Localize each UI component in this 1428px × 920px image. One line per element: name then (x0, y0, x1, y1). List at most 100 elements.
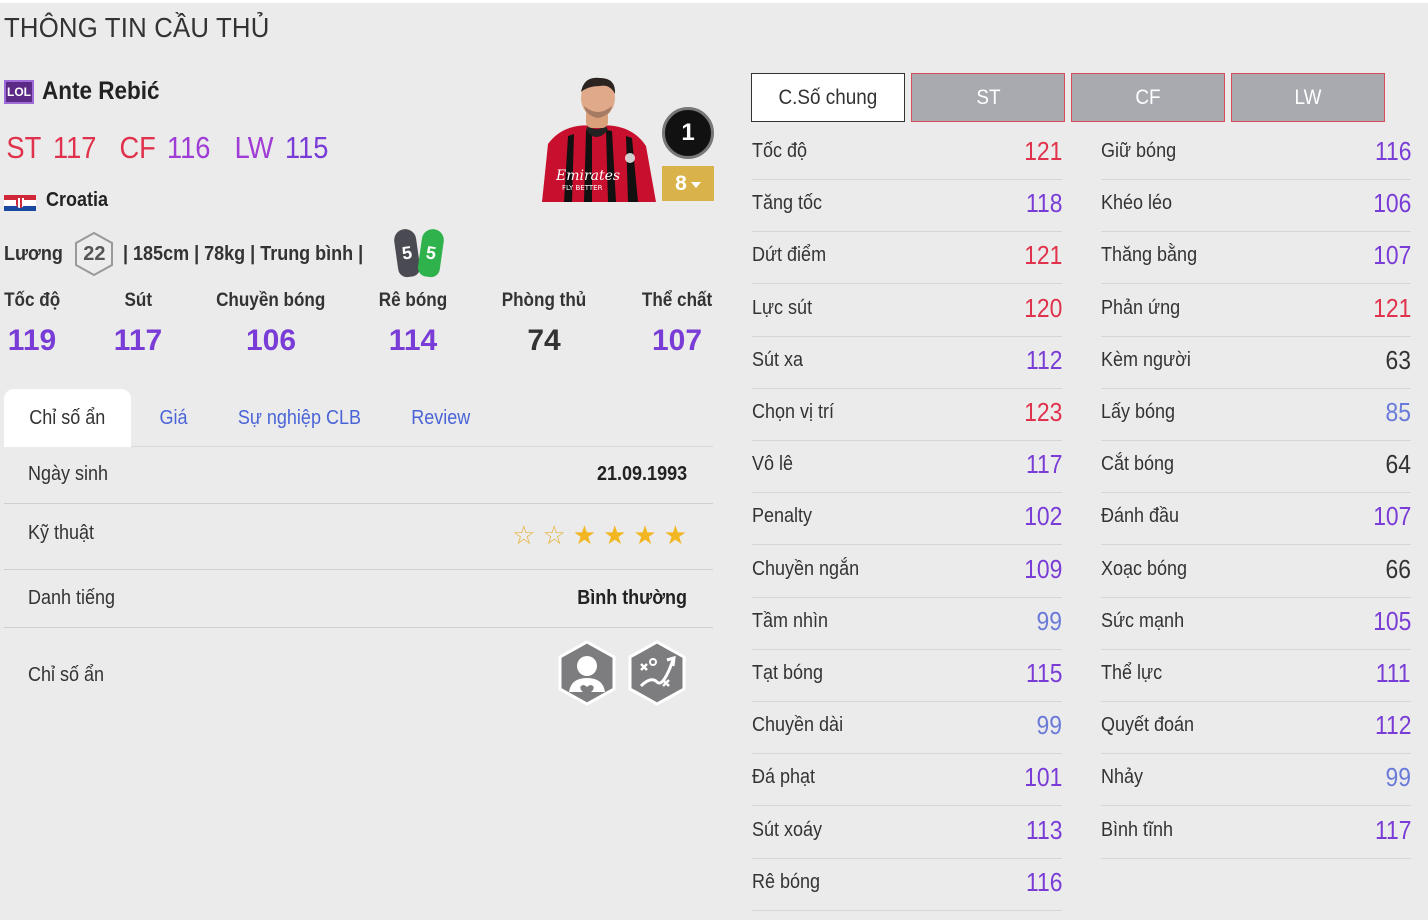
attribute-name: Chuyền dài (752, 714, 844, 737)
attribute-row: Rê bóng 116 (752, 859, 1062, 911)
attribute-name: Penalty (752, 505, 813, 528)
tab-position-st[interactable]: ST (911, 73, 1065, 122)
attribute-value: 99 (1385, 762, 1411, 793)
attribute-value: 113 (1025, 814, 1062, 845)
summary-stat: Thể chất 107 (628, 290, 726, 358)
tab-label: LW (1294, 85, 1322, 109)
summary-stat-label: Thể chất (641, 290, 713, 311)
attribute-value: 112 (1374, 710, 1411, 741)
attribute-value: 66 (1385, 553, 1411, 584)
attribute-row: Thăng bằng 107 (1101, 232, 1411, 285)
player-name: Ante Rebić (42, 77, 160, 105)
left-foot-icon: 5 (393, 227, 422, 279)
attribute-row: Tăng tốc 118 (752, 180, 1062, 233)
attribute-row: Chọn vị trí 123 (752, 389, 1062, 441)
attribute-value: 109 (1023, 553, 1062, 584)
salary-label: Lương (4, 242, 63, 265)
attribute-row: Bình tĩnh 117 (1101, 807, 1411, 859)
right-foot-icon: 5 (417, 227, 446, 279)
birth-row: Ngày sinh 21.09.1993 (4, 447, 713, 504)
attribute-row: Tạt bóng 115 (752, 650, 1062, 702)
position-rating-cf: CF 116 (117, 130, 214, 166)
attribute-name: Khéo léo (1101, 192, 1173, 215)
attribute-name: Chuyền ngắn (752, 557, 860, 580)
salary-row: Lương 22 | 185cm | 78kg | Trung bình | 5… (4, 227, 446, 279)
attribute-name: Lực sút (752, 296, 813, 319)
attribute-value: 121 (1023, 240, 1062, 271)
tab-review[interactable]: Review (396, 389, 486, 447)
upgrade-level: 8 (675, 171, 687, 195)
attribute-name: Sức mạnh (1101, 609, 1185, 632)
star-filled-icon: ★ (663, 520, 687, 550)
attribute-name: Kèm người (1101, 348, 1191, 371)
attribute-value: 115 (1025, 658, 1062, 688)
tab-label: ST (975, 85, 1001, 109)
attribute-value: 107 (1372, 501, 1411, 532)
star-filled-icon: ★ (572, 520, 597, 550)
tab-general-stats[interactable]: C.Số chung (751, 73, 905, 122)
skill-label: Kỹ thuật (28, 522, 95, 544)
attribute-row: Thể lực 111 (1101, 650, 1411, 702)
summary-stat: Chuyền bóng 106 (206, 290, 336, 358)
tab-hidden-stats[interactable]: Chỉ số ẩn (4, 389, 131, 447)
attribute-value: 117 (1374, 814, 1411, 845)
attribute-name: Nhảy (1101, 766, 1144, 789)
attribute-name: Thăng bằng (1101, 244, 1198, 267)
playmaker-dribble-icon[interactable] (627, 640, 687, 706)
attribute-row: Quyết đoán 112 (1101, 702, 1411, 755)
attribute-name: Sút xa (752, 348, 804, 371)
page-title: THÔNG TIN CẦU THỦ (4, 12, 270, 43)
attribute-value: 121 (1372, 292, 1411, 323)
attribute-row: Tốc độ 121 (752, 128, 1062, 180)
attribute-name: Tạt bóng (752, 662, 824, 684)
tab-position-lw[interactable]: LW (1231, 73, 1385, 122)
tab-club-career[interactable]: Sự nghiệp CLB (224, 389, 374, 447)
summary-stat: Tốc độ 119 (0, 290, 64, 358)
svg-text:FLY BETTER: FLY BETTER (562, 184, 603, 192)
attribute-value: 99 (1036, 605, 1062, 636)
hidden-stats-label: Chỉ số ẩn (28, 664, 105, 686)
star-filled-icon: ★ (603, 520, 627, 550)
summary-stats: Tốc độ 119 Sút 117 Chuyền bóng 106 Rê bó… (0, 290, 720, 380)
attribute-name: Quyết đoán (1101, 714, 1195, 737)
attribute-row: Xoạc bóng 66 (1101, 546, 1411, 598)
fame-value: Bình thường (577, 587, 687, 609)
summary-stat-value: 74 (527, 324, 561, 357)
position-ratings: ST 117 CF 116 LW 115 (4, 130, 331, 166)
attribute-row: Đánh đầu 107 (1101, 493, 1411, 546)
tab-label: Sự nghiệp CLB (237, 407, 361, 429)
tab-label: C.Số chung (778, 85, 878, 109)
attribute-row: Lực sút 120 (752, 285, 1062, 337)
tab-position-cf[interactable]: CF (1071, 73, 1225, 122)
attribute-row: Sức mạnh 105 (1101, 598, 1411, 650)
attribute-value: 99 (1036, 710, 1062, 741)
croatia-flag-icon (4, 195, 36, 211)
attribute-value: 120 (1023, 292, 1062, 323)
summary-stat-label: Tốc độ (3, 290, 61, 311)
star-outline-icon: ☆ (542, 520, 566, 550)
tab-label: Giá (159, 407, 189, 429)
summary-stat: Rê bóng 114 (364, 290, 462, 358)
nation-name: Croatia (46, 189, 109, 211)
attribute-name: Thể lực (1101, 662, 1163, 684)
rank-badge: 1 (662, 107, 714, 159)
upgrade-selector[interactable]: 8 (662, 166, 714, 201)
attribute-row: Chuyền dài 99 (752, 702, 1062, 755)
fame-row: Danh tiếng Bình thường (4, 570, 713, 628)
attribute-name: Đá phạt (752, 766, 816, 789)
tab-price[interactable]: Giá (144, 389, 204, 447)
fan-favourite-icon[interactable] (557, 640, 617, 706)
attribute-name: Lấy bóng (1101, 401, 1176, 423)
attribute-row: Vô lê 117 (752, 441, 1062, 494)
attribute-value: 112 (1025, 344, 1062, 375)
attribute-name: Giữ bóng (1101, 140, 1177, 162)
attribute-name: Tầm nhìn (752, 609, 829, 632)
chevron-down-icon (690, 181, 701, 188)
attribute-value: 118 (1025, 188, 1062, 219)
attribute-row: Sút xa 112 (752, 337, 1062, 389)
attribute-row: Penalty 102 (752, 493, 1062, 546)
attribute-name: Chọn vị trí (752, 401, 835, 423)
salary-value: 22 (83, 242, 106, 265)
player-photo: Emirates FLY BETTER (534, 74, 660, 202)
summary-stat: Phòng thủ 74 (490, 290, 598, 358)
